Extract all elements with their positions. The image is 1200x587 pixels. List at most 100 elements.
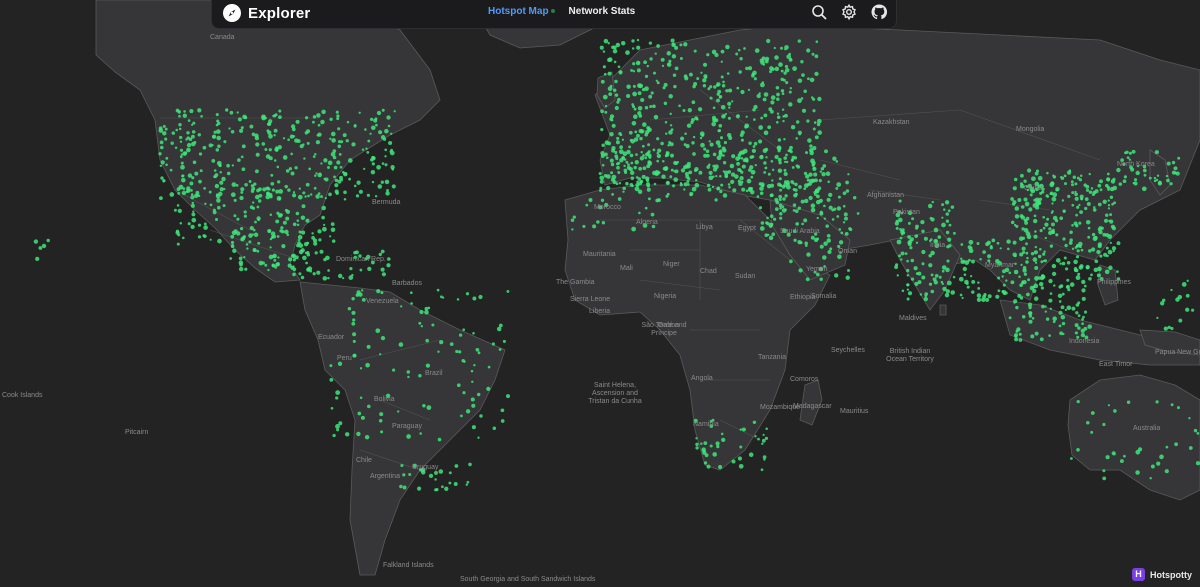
hotspot-marker[interactable] — [347, 158, 353, 163]
hotspot-marker[interactable] — [637, 106, 643, 111]
hotspot-marker[interactable] — [417, 486, 422, 491]
hotspot-marker[interactable] — [1010, 280, 1015, 285]
hotspot-marker[interactable] — [1154, 150, 1159, 155]
hotspot-marker[interactable] — [1165, 174, 1169, 178]
hotspot-marker[interactable] — [191, 212, 196, 217]
hotspot-marker[interactable] — [371, 156, 376, 161]
hotspot-marker[interactable] — [669, 175, 673, 179]
hotspot-marker[interactable] — [218, 191, 223, 197]
hotspot-marker[interactable] — [1008, 316, 1012, 320]
hotspot-marker[interactable] — [1060, 314, 1066, 320]
hotspot-marker[interactable] — [798, 268, 803, 273]
hotspot-marker[interactable] — [1075, 243, 1080, 248]
hotspot-marker[interactable] — [746, 178, 752, 184]
hotspot-marker[interactable] — [243, 210, 247, 214]
hotspot-marker[interactable] — [635, 153, 638, 156]
hotspot-marker[interactable] — [632, 62, 636, 66]
hotspot-marker[interactable] — [610, 162, 615, 167]
hotspot-marker[interactable] — [971, 279, 976, 284]
hotspot-marker[interactable] — [229, 110, 234, 115]
hotspot-marker[interactable] — [716, 82, 721, 87]
hotspot-marker[interactable] — [634, 160, 639, 165]
hotspot-marker[interactable] — [600, 128, 604, 132]
hotspot-marker[interactable] — [844, 216, 848, 221]
hotspot-marker[interactable] — [631, 47, 635, 50]
hotspot-marker[interactable] — [931, 200, 935, 204]
hotspot-marker[interactable] — [764, 166, 768, 170]
hotspot-marker[interactable] — [1076, 447, 1080, 452]
hotspot-marker[interactable] — [1171, 160, 1176, 165]
hotspot-marker[interactable] — [632, 91, 637, 97]
hotspot-marker[interactable] — [209, 203, 213, 207]
hotspot-marker[interactable] — [1061, 199, 1065, 202]
hotspot-marker[interactable] — [444, 486, 449, 491]
hotspot-marker[interactable] — [814, 71, 819, 77]
hotspot-marker[interactable] — [823, 241, 828, 246]
hotspot-marker[interactable] — [348, 275, 354, 280]
search-icon[interactable] — [810, 3, 828, 21]
hotspot-marker[interactable] — [364, 128, 367, 131]
hotspot-marker[interactable] — [701, 133, 705, 137]
hotspot-marker[interactable] — [776, 92, 780, 97]
hotspot-marker[interactable] — [269, 246, 272, 249]
hotspot-marker[interactable] — [1063, 174, 1067, 178]
hotspot-marker[interactable] — [379, 353, 382, 356]
hotspot-marker[interactable] — [785, 81, 789, 85]
hotspot-marker[interactable] — [665, 180, 670, 186]
hotspot-marker[interactable] — [631, 226, 636, 232]
hotspot-marker[interactable] — [921, 262, 925, 266]
hotspot-marker[interactable] — [1059, 262, 1062, 265]
hotspot-marker[interactable] — [342, 133, 347, 138]
hotspot-marker[interactable] — [702, 62, 708, 67]
hotspot-marker[interactable] — [911, 217, 915, 221]
hotspot-marker[interactable] — [1005, 279, 1008, 282]
hotspot-marker[interactable] — [282, 220, 287, 225]
hotspot-marker[interactable] — [296, 243, 300, 248]
hotspot-marker[interactable] — [449, 342, 454, 346]
hotspot-marker[interactable] — [599, 179, 604, 184]
hotspot-marker[interactable] — [261, 142, 266, 146]
hotspot-marker[interactable] — [752, 145, 756, 148]
hotspot-marker[interactable] — [669, 142, 674, 147]
hotspot-marker[interactable] — [1022, 268, 1027, 273]
hotspot-marker[interactable] — [795, 222, 800, 226]
hotspot-marker[interactable] — [630, 176, 635, 180]
hotspot-marker[interactable] — [298, 272, 302, 276]
hotspot-marker[interactable] — [682, 108, 686, 113]
hotspot-marker[interactable] — [658, 171, 661, 174]
hotspot-marker[interactable] — [753, 104, 758, 110]
hotspot-marker[interactable] — [654, 52, 657, 55]
hotspot-marker[interactable] — [178, 122, 182, 127]
hotspot-marker[interactable] — [700, 142, 705, 148]
hotspot-marker[interactable] — [177, 191, 181, 195]
hotspot-marker[interactable] — [357, 411, 362, 416]
hotspot-marker[interactable] — [35, 256, 40, 261]
hotspot-marker[interactable] — [285, 216, 290, 221]
hotspot-marker[interactable] — [1058, 310, 1063, 315]
hotspot-marker[interactable] — [239, 128, 244, 133]
hotspot-marker[interactable] — [158, 152, 162, 156]
hotspot-marker[interactable] — [815, 199, 821, 205]
hotspot-marker[interactable] — [1084, 284, 1087, 288]
hotspot-marker[interactable] — [739, 133, 744, 137]
hotspot-marker[interactable] — [181, 177, 186, 183]
hotspot-marker[interactable] — [1034, 245, 1038, 249]
hotspot-marker[interactable] — [208, 190, 212, 194]
hotspot-marker[interactable] — [406, 434, 411, 439]
hotspot-marker[interactable] — [477, 351, 481, 355]
hotspot-marker[interactable] — [458, 333, 463, 337]
hotspot-marker[interactable] — [1018, 332, 1022, 336]
hotspot-marker[interactable] — [618, 182, 622, 185]
hotspot-marker[interactable] — [454, 464, 459, 468]
hotspot-marker[interactable] — [837, 195, 841, 199]
hotspot-marker[interactable] — [380, 180, 384, 184]
hotspot-marker[interactable] — [1014, 262, 1017, 266]
hotspot-marker[interactable] — [835, 160, 839, 163]
hotspot-marker[interactable] — [346, 120, 350, 124]
hotspot-marker[interactable] — [486, 386, 491, 392]
hotspot-marker[interactable] — [231, 164, 234, 167]
hotspot-marker[interactable] — [1075, 255, 1080, 259]
hotspot-marker[interactable] — [661, 174, 666, 179]
hotspot-marker[interactable] — [1018, 275, 1021, 279]
hotspot-marker[interactable] — [644, 156, 648, 160]
